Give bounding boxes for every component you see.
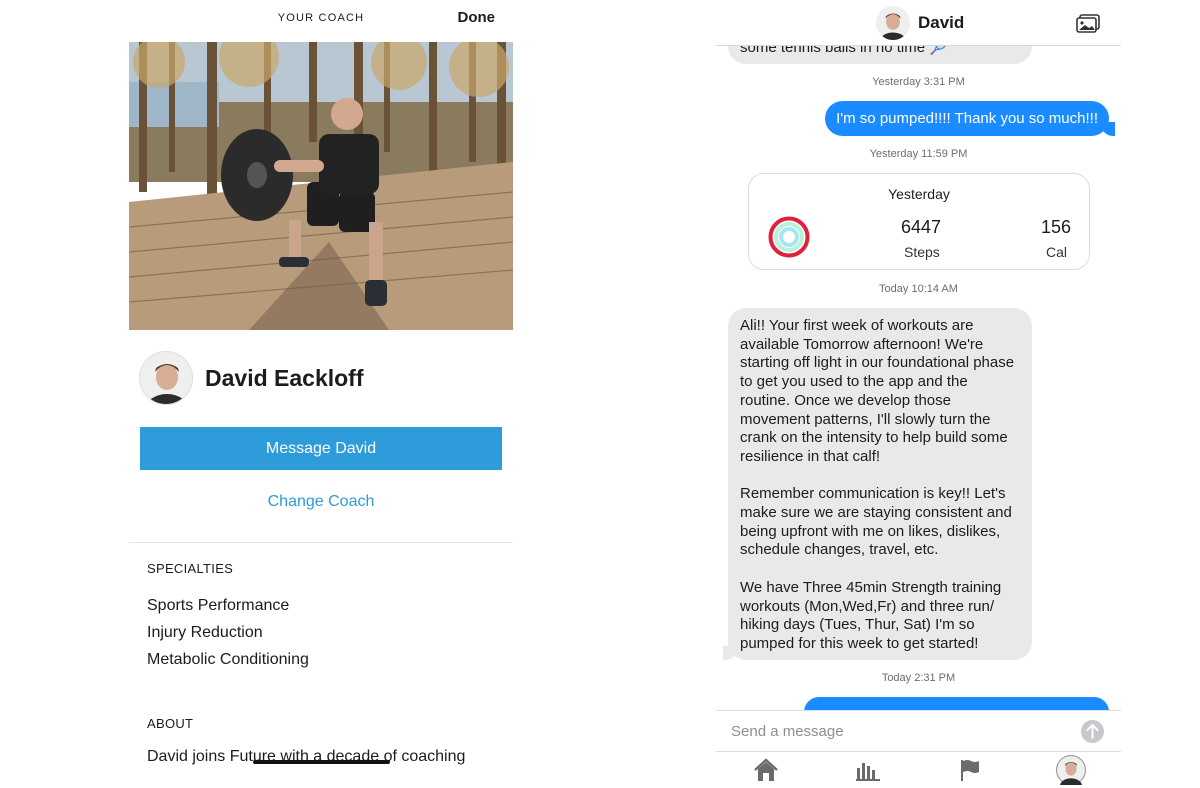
message-composer[interactable]: Send a message [716,710,1121,752]
activity-rings-icon [768,216,810,258]
message-thread[interactable]: some tennis balls in no time 🎾 Yesterday… [716,0,1121,710]
message-text: I'm so pumped!!!! Thank you so much!!! [836,110,1098,127]
activity-card-title: Yesterday [888,186,950,202]
calories-label: Cal [1046,244,1068,260]
home-indicator[interactable] [253,760,390,764]
steps-label: Steps [904,244,940,260]
tab-profile[interactable] [1056,755,1086,785]
profile-icon [1056,755,1086,785]
coach-profile-screen: YOUR COACH Done David Eackloff Message D… [129,0,513,788]
chat-header: David [716,0,1121,46]
avatar-portrait [876,6,910,40]
about-heading: ABOUT [147,716,194,731]
arrow-up-icon [1086,724,1099,739]
message-coach-button[interactable]: Message David [140,427,502,470]
coach-hero-photo [129,42,513,330]
avatar[interactable] [876,6,910,40]
home-icon [754,758,778,781]
tab-goals[interactable] [955,756,985,784]
send-button[interactable] [1081,720,1104,743]
change-coach-link[interactable]: Change Coach [129,493,513,511]
tab-stats[interactable] [853,756,883,784]
message-paragraph: We have Three 45min Strength training wo… [740,578,1002,652]
coach-name: David Eackloff [205,364,364,391]
tab-home[interactable] [751,756,781,784]
tab-bar [716,752,1121,788]
steps-value: 6447 [901,217,942,237]
timestamp: Today 2:31 PM [881,672,956,684]
avatar[interactable] [139,351,193,405]
specialties-list: Sports Performance Injury Reduction Meta… [147,592,309,673]
specialties-heading: SPECIALTIES [147,561,234,576]
chat-screen: some tennis balls in no time 🎾 Yesterday… [716,0,1121,788]
outgoing-message: I'm so pumped!!!! Thank you so much!!! [825,101,1115,136]
coach-identity: David Eackloff [139,351,364,405]
timestamp: Yesterday 3:31 PM [872,76,965,88]
profile-header: YOUR COACH Done [129,0,513,42]
photo-gallery-icon[interactable] [1076,14,1100,34]
specialty-item: Injury Reduction [147,624,263,641]
stats-icon [856,763,880,781]
timestamp: Today 10:14 AM [879,283,958,295]
avatar-portrait [140,352,192,404]
contact-name[interactable]: David [918,13,964,33]
message-input[interactable]: Send a message [731,723,844,740]
timestamp: Yesterday 11:59 PM [869,148,968,160]
activity-summary-card[interactable]: Yesterday 6447 Steps 156 Cal [748,173,1090,270]
specialty-item: Metabolic Conditioning [147,651,309,668]
hero-photo-illustration [129,42,513,330]
done-button[interactable]: Done [458,9,496,26]
flag-icon [961,760,979,781]
outgoing-message [804,697,1109,710]
specialty-item: Sports Performance [147,597,290,614]
message-paragraph: Ali!! Your first week of workouts are av… [740,317,1015,465]
incoming-message: Ali!! Your first week of workouts are av… [723,308,1032,660]
message-paragraph: Remember communication is key!! Let's ma… [740,485,1012,559]
calories-value: 156 [1041,217,1072,237]
page-title: YOUR COACH [277,12,365,24]
section-divider [129,542,513,543]
